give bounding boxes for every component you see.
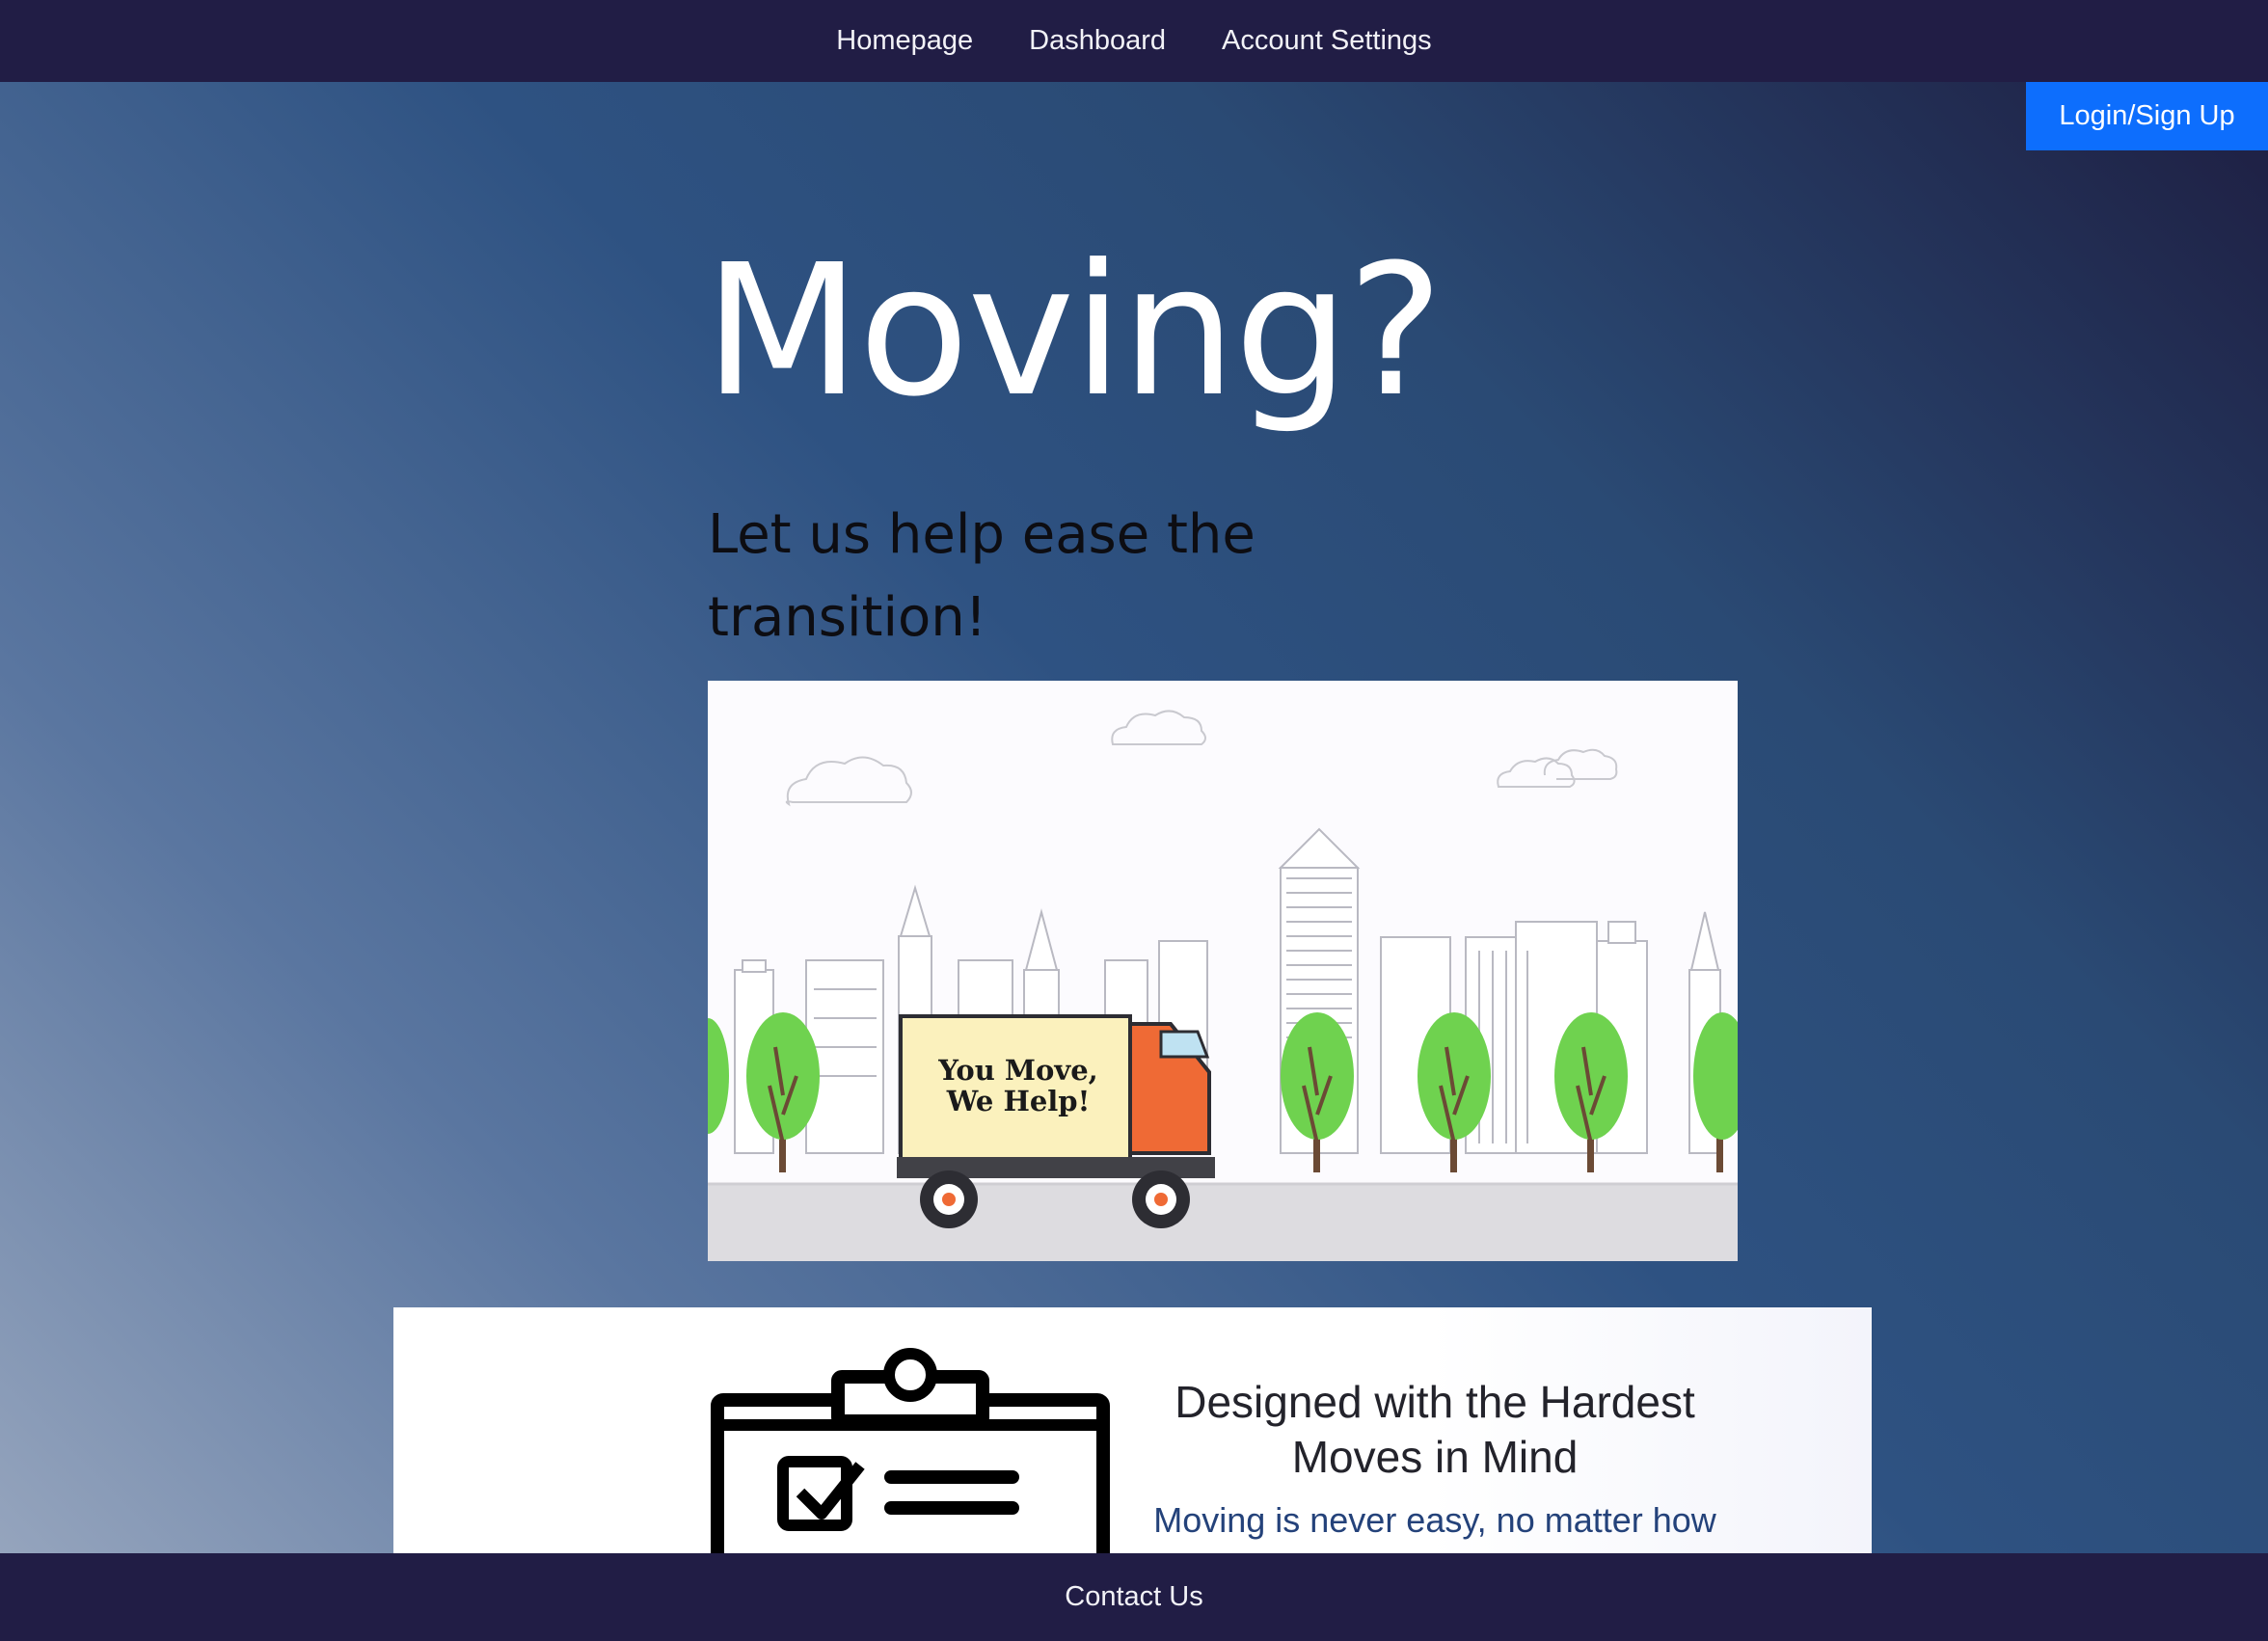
nav-link-dashboard[interactable]: Dashboard [1029, 25, 1166, 57]
clipboard-checklist-icon [708, 1342, 1113, 1554]
truck-text-line2: We Help! [946, 1085, 1091, 1117]
nav-link-account-settings[interactable]: Account Settings [1222, 25, 1432, 57]
tree-icon [708, 1018, 729, 1134]
hero-subtitle: Let us help ease the transition! [708, 503, 1256, 649]
feature-card: Designed with the Hardest Moves in Mind … [393, 1307, 1872, 1554]
truck-text-line1: You Move, [937, 1054, 1098, 1087]
moving-truck-illustration: You Move, We Help! [708, 681, 1738, 1261]
cloud-icon [1111, 710, 1206, 745]
top-navbar: Homepage Dashboard Account Settings [0, 0, 2268, 82]
hero-title: Moving? [704, 226, 1444, 437]
nav-link-homepage[interactable]: Homepage [836, 25, 973, 57]
cloud-icon [1497, 748, 1618, 788]
road [708, 1184, 1738, 1261]
cloud-icon [785, 756, 912, 807]
login-signup-button[interactable]: Login/Sign Up [2026, 82, 2268, 150]
feature-heading: Designed with the Hardest Moves in Mind [1174, 1377, 1695, 1482]
footer-bar: Contact Us [0, 1553, 2268, 1641]
contact-us-link[interactable]: Contact Us [1065, 1581, 1202, 1613]
feature-text: Moving is never easy, no matter how [1153, 1500, 1716, 1540]
